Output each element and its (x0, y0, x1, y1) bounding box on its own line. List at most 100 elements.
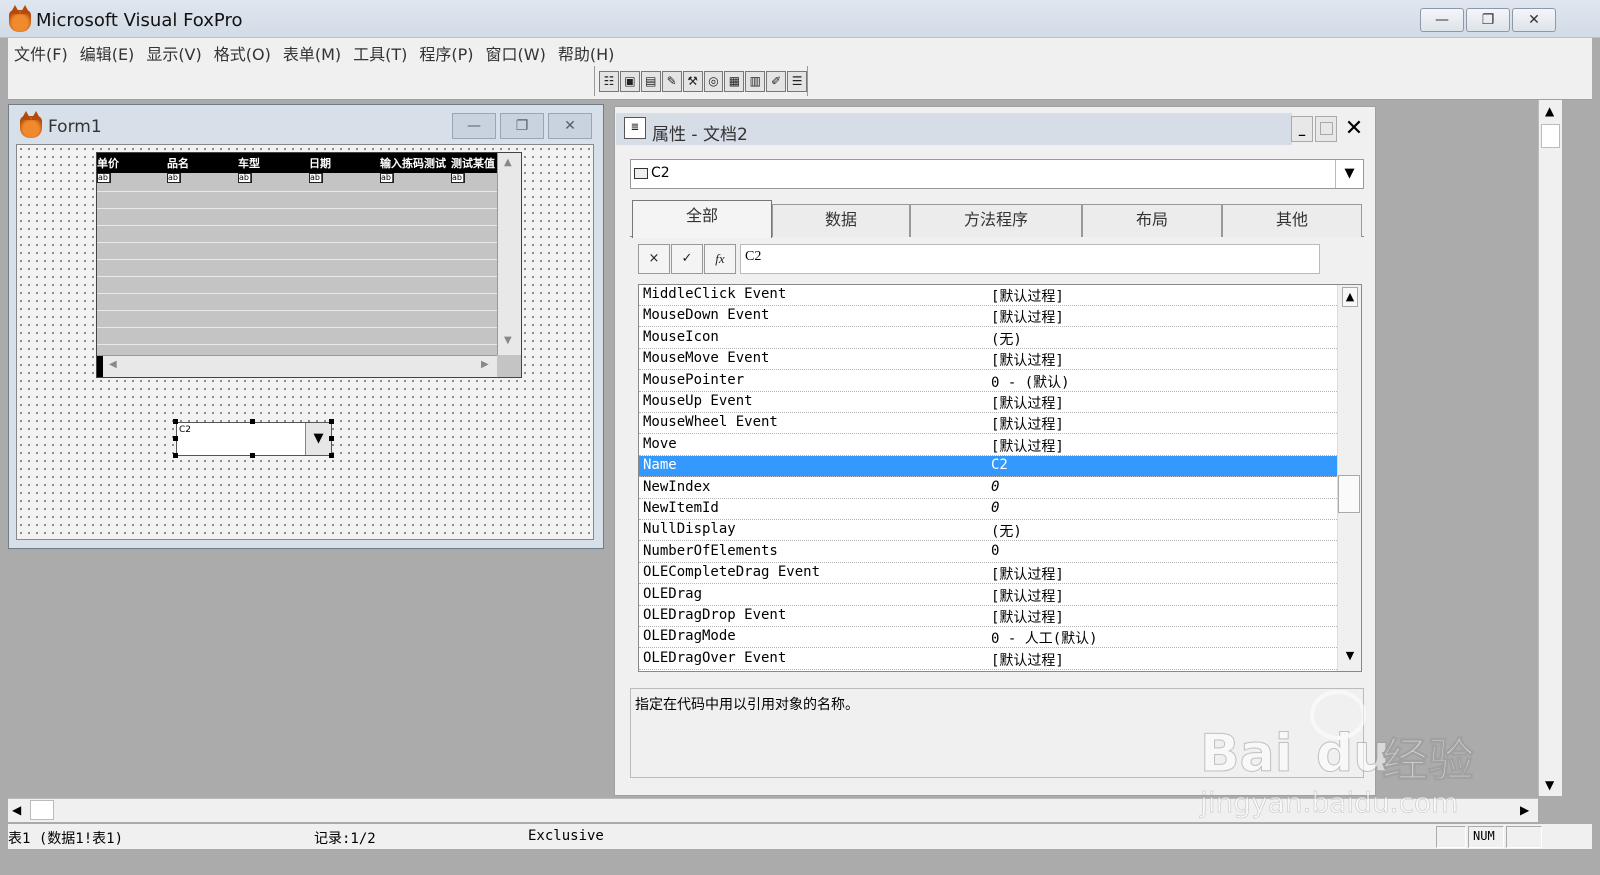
menu-item-0[interactable]: 文件(F) (8, 38, 74, 65)
property-row[interactable]: MouseWheel Event [默认过程] (639, 413, 1337, 435)
form1-restore-button[interactable]: ❐ (500, 113, 544, 139)
property-value-editor[interactable]: C2 (740, 244, 1320, 274)
tab-3[interactable]: 布局 (1082, 204, 1222, 237)
property-row[interactable]: MiddleClick Event [默认过程] (639, 285, 1337, 306)
selection-handle[interactable] (173, 436, 178, 441)
property-row[interactable]: NewIndex 0 (639, 478, 1337, 499)
function-fx-button[interactable]: fx (704, 244, 736, 274)
menu-item-4[interactable]: 表单(M) (277, 38, 347, 65)
close-button[interactable]: ✕ (1512, 8, 1556, 32)
selection-handle[interactable] (329, 453, 334, 458)
scroll-left-icon[interactable]: ◀ (109, 359, 117, 370)
properties-close-button[interactable]: ✕ (1340, 116, 1368, 142)
tab-2[interactable]: 方法程序 (910, 204, 1082, 237)
form-wizard-icon[interactable]: ☰ (787, 70, 808, 92)
property-row[interactable]: OLEDragMode 0 - 人工(默认) (639, 627, 1337, 649)
property-row[interactable]: OLEDragDrop Event [默认过程] (639, 606, 1337, 627)
property-row[interactable]: NullDisplay (无) (639, 520, 1337, 542)
scroll-thumb[interactable] (1541, 124, 1560, 148)
property-row[interactable]: NumberOfElements 0 (639, 542, 1337, 563)
properties-maximize-button[interactable] (1315, 116, 1337, 142)
autoformat-icon[interactable]: ◎ (703, 70, 724, 92)
selection-handle[interactable] (173, 419, 178, 424)
property-row[interactable]: MouseIcon (无) (639, 328, 1337, 349)
code-icon[interactable]: ✎ (661, 70, 682, 92)
property-name: MouseIcon (643, 328, 719, 345)
grid-column-header[interactable]: 日期 (309, 155, 379, 171)
property-row[interactable]: MouseDown Event [默认过程] (639, 306, 1337, 328)
scroll-thumb[interactable] (1338, 475, 1360, 513)
minimize-button[interactable]: — (1420, 8, 1464, 32)
scroll-right-icon[interactable]: ▶ (1520, 803, 1529, 817)
grid-column-header[interactable]: 测试某值 (451, 155, 497, 171)
property-value: [默认过程] (991, 588, 1064, 605)
grid-column-header[interactable]: 车型 (238, 155, 308, 171)
scroll-down-icon[interactable]: ▼ (1342, 647, 1358, 667)
scroll-up-icon[interactable]: ▲ (1545, 104, 1554, 118)
properties-minimize-button[interactable]: _ (1291, 116, 1313, 142)
wizard-icon[interactable]: ✐ (766, 70, 787, 92)
grid-control[interactable]: 单价 品名 车型 日期 输入拣码测试 测试某值 ▲ ▼ ◀ ▶ ab| ab| ab| ab| a… (96, 152, 522, 378)
property-value: [默认过程] (991, 310, 1064, 327)
property-row[interactable]: MouseUp Event [默认过程] (639, 392, 1337, 413)
menu-item-8[interactable]: 帮助(H) (552, 38, 621, 65)
menu-item-6[interactable]: 程序(P) (413, 38, 479, 65)
menu-item-1[interactable]: 编辑(E) (74, 38, 141, 65)
property-row[interactable]: NewItemId 0 (639, 499, 1337, 520)
property-value: [默认过程] (991, 396, 1064, 412)
form1-minimize-button[interactable]: — (452, 113, 496, 139)
object-selector[interactable]: C2 ▼ (630, 159, 1364, 189)
scroll-up-icon[interactable]: ▲ (1342, 287, 1358, 307)
grid-column-header[interactable]: 品名 (167, 155, 237, 171)
grid-column-header[interactable]: 输入拣码测试 (380, 155, 450, 171)
props-icon[interactable]: ▤ (640, 70, 661, 92)
property-grid-scrollbar[interactable]: ▲ ▼ (1337, 285, 1361, 671)
property-value: (无) (991, 331, 1022, 348)
form1-close-button[interactable]: ✕ (548, 113, 592, 139)
scroll-up-icon[interactable]: ▲ (504, 157, 512, 168)
grid-column-header[interactable]: 单价 (97, 155, 167, 171)
mdi-vertical-scrollbar[interactable]: ▲ ▼ (1538, 100, 1562, 796)
grid-textbox-marker: ab| (380, 173, 394, 183)
restore-button[interactable]: ❐ (1466, 8, 1510, 32)
tab-0[interactable]: 全部 (632, 200, 772, 238)
data-env-icon[interactable]: ▣ (619, 70, 640, 92)
menu-item-3[interactable]: 格式(O) (208, 38, 277, 65)
selection-handle[interactable] (250, 419, 255, 424)
scroll-down-icon[interactable]: ▼ (1545, 778, 1554, 792)
accept-edit-button[interactable]: ✓ (671, 244, 703, 274)
object-selector-dropdown-icon[interactable]: ▼ (1335, 160, 1363, 188)
menu-item-7[interactable]: 窗口(W) (480, 38, 552, 65)
tab-1[interactable]: 数据 (772, 204, 910, 237)
builder-icon[interactable]: ⚒ (682, 70, 703, 92)
scroll-left-icon[interactable]: ◀ (12, 803, 21, 817)
status-num: NUM (1468, 826, 1504, 848)
property-name: OLEDragMode (643, 628, 736, 645)
grid-vertical-scrollbar[interactable]: ▲ ▼ (497, 153, 521, 355)
scroll-down-icon[interactable]: ▼ (504, 335, 512, 346)
menu-item-2[interactable]: 显示(V) (140, 38, 207, 65)
scroll-thumb[interactable] (30, 800, 54, 820)
property-row[interactable]: OLECompleteDrag Event [默认过程] (639, 563, 1337, 585)
combo-c2-control[interactable]: C2 ▼ (176, 422, 332, 456)
scroll-right-icon[interactable]: ▶ (481, 359, 489, 370)
grid-horizontal-scrollbar[interactable]: ◀ ▶ (97, 355, 497, 377)
property-row[interactable]: Move [默认过程] (639, 435, 1337, 456)
cancel-edit-button[interactable]: × (638, 244, 670, 274)
property-row[interactable]: MouseMove Event [默认过程] (639, 349, 1337, 371)
combo-dropdown-icon[interactable]: ▼ (305, 423, 331, 455)
list-icon[interactable]: ☷ (599, 70, 619, 92)
property-row[interactable]: OLEDragOver Event [默认过程] (639, 649, 1337, 670)
color-icon[interactable]: ▦ (724, 70, 745, 92)
selection-handle[interactable] (173, 453, 178, 458)
property-row[interactable]: Name C2 (639, 456, 1337, 478)
selection-handle[interactable] (329, 436, 334, 441)
property-row[interactable]: MousePointer 0 - (默认) (639, 371, 1337, 392)
selection-handle[interactable] (329, 419, 334, 424)
menu-item-5[interactable]: 工具(T) (347, 38, 413, 65)
tab-4[interactable]: 其他 (1222, 204, 1362, 237)
property-row[interactable]: OLEDrag [默认过程] (639, 585, 1337, 606)
selection-handle[interactable] (250, 453, 255, 458)
property-name: Move (643, 435, 677, 452)
layout-icon[interactable]: ▥ (745, 70, 766, 92)
